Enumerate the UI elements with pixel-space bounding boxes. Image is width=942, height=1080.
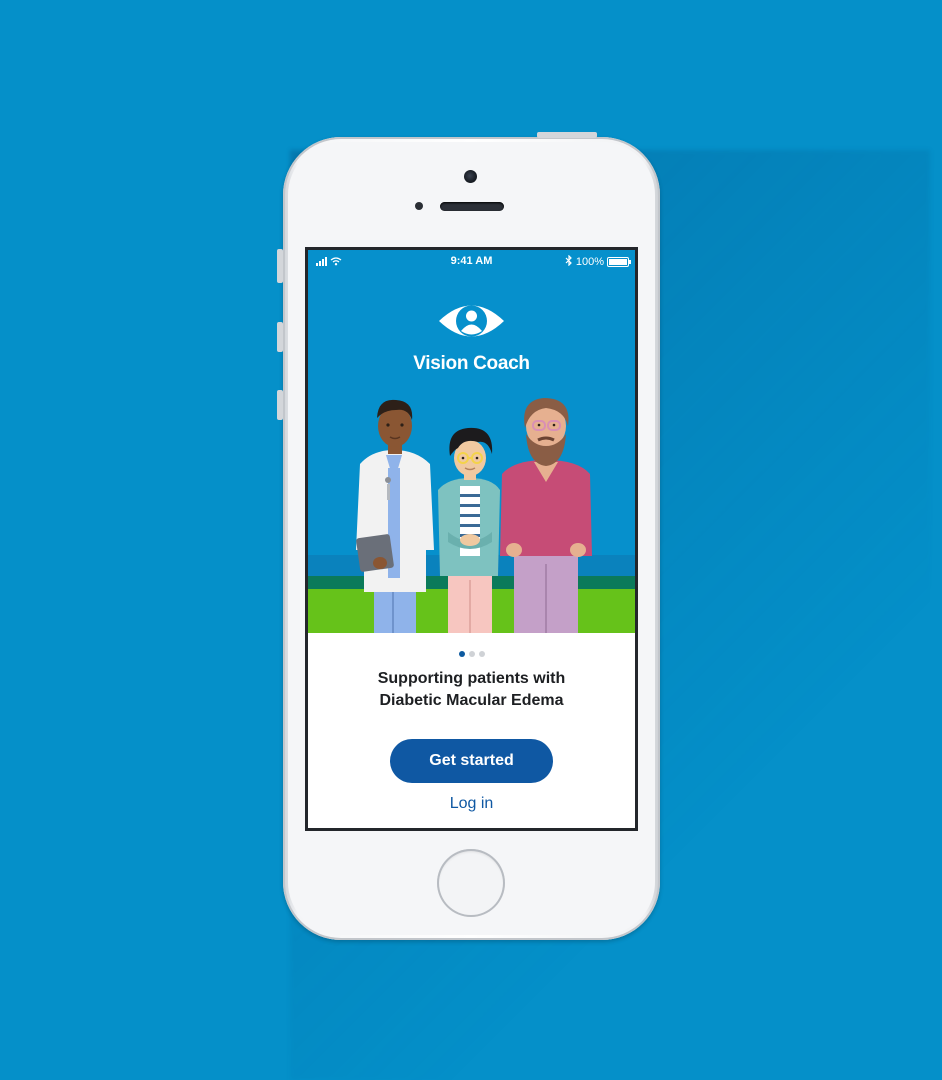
volume-up-button: [277, 322, 283, 352]
volume-down-button: [277, 390, 283, 420]
status-bar: 9:41 AM 100%: [308, 250, 635, 272]
headline-line-2: Diabetic Macular Edema: [379, 692, 564, 709]
page-dot-2[interactable]: [468, 651, 475, 657]
proximity-sensor: [415, 202, 423, 210]
battery-percent: 100%: [575, 256, 604, 268]
page-dot-3[interactable]: [478, 651, 485, 657]
phone-screen: 9:41 AM 100% Vision Coach Supporting pat…: [305, 247, 638, 831]
get-started-button[interactable]: Get started: [390, 739, 553, 783]
front-camera: [464, 170, 477, 183]
headline-line-1: Supporting patients with: [377, 670, 566, 687]
eye-person-icon: [437, 300, 506, 347]
earpiece-speaker: [440, 202, 504, 211]
page-indicator[interactable]: [308, 651, 635, 657]
app-name: Vision Coach: [413, 353, 530, 374]
silent-switch: [277, 249, 283, 283]
power-button: [537, 132, 597, 138]
page-dot-1[interactable]: [458, 651, 465, 657]
onboarding-headline: Supporting patients with Diabetic Macula…: [308, 668, 635, 712]
log-in-link[interactable]: Log in: [308, 795, 635, 813]
status-right: 100%: [565, 254, 631, 269]
home-button[interactable]: [437, 849, 505, 917]
bluetooth-icon: [565, 254, 573, 269]
battery-icon: [607, 257, 631, 267]
hero-illustration: 9:41 AM 100% Vision Coach: [308, 250, 635, 633]
